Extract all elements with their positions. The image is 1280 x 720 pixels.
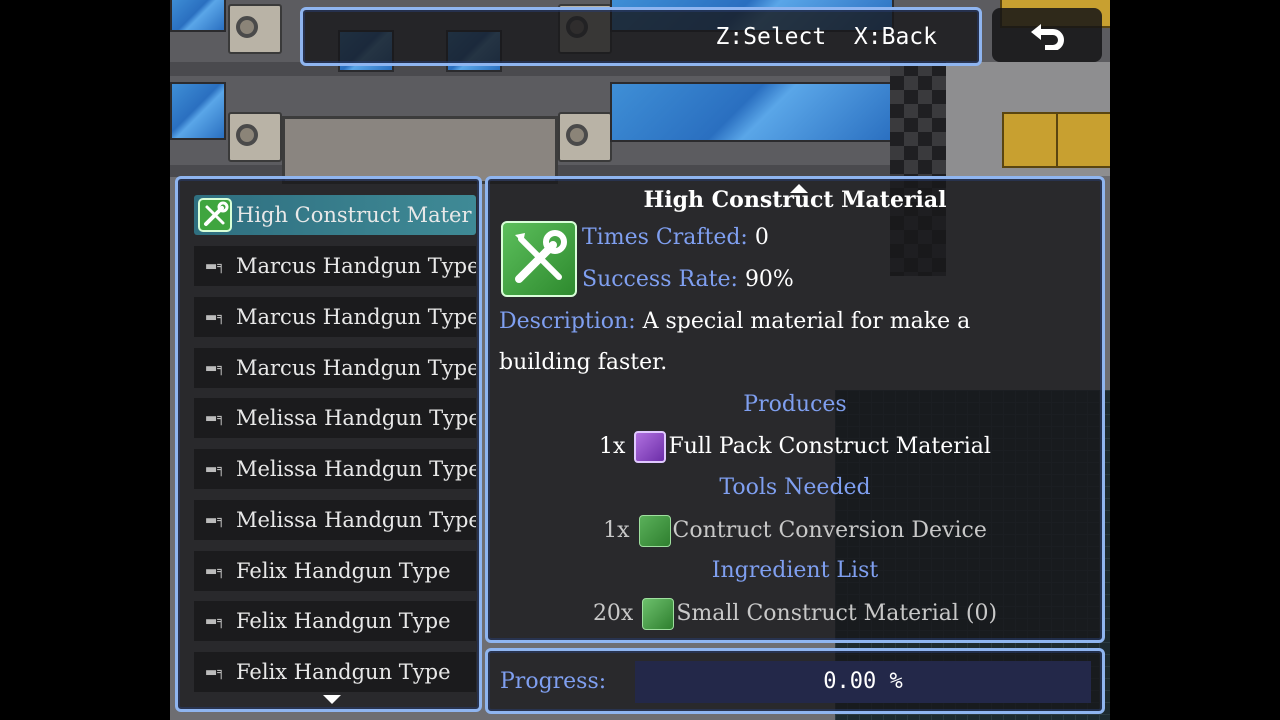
ingredient-qty: 20x <box>592 601 634 626</box>
list-item[interactable]: ▬╕ Marcus Handgun Type <box>194 297 476 337</box>
game-screen: Z:Select X:Back High Construct Mater ▬╕ … <box>170 0 1110 720</box>
produces-item: Full Pack Construct Material <box>668 434 991 459</box>
list-item[interactable]: ▬╕ Marcus Handgun Type <box>194 348 476 388</box>
list-item-label: Melissa Handgun Type <box>236 508 476 532</box>
tools-heading: Tools Needed <box>719 475 871 500</box>
list-item-label: High Construct Mater <box>236 203 472 227</box>
list-item[interactable]: ▬╕ Marcus Handgun Type <box>194 246 476 286</box>
times-crafted-value: 0 <box>754 225 769 250</box>
handgun-icon: ▬╕ <box>204 613 226 629</box>
help-window: Z:Select X:Back <box>300 7 982 66</box>
return-arrow-icon <box>1031 24 1064 50</box>
list-item-label: Marcus Handgun Type <box>236 356 476 380</box>
list-item-label: Melissa Handgun Type <box>236 457 476 481</box>
description-label: Description: <box>499 309 636 334</box>
construct-material-icon <box>642 598 675 630</box>
success-rate-value: 90% <box>744 267 794 292</box>
list-item[interactable]: ▬╕ Felix Handgun Type <box>194 601 476 641</box>
list-item[interactable]: ▬╕ Melissa Handgun Type <box>194 398 476 438</box>
list-item[interactable]: ▬╕ Felix Handgun Type <box>194 551 476 591</box>
progress-bar: 0.00 % <box>635 661 1091 703</box>
handgun-icon: ▬╕ <box>204 664 226 680</box>
recipe-title: High Construct Material <box>643 187 947 213</box>
handgun-icon: ▬╕ <box>204 258 226 274</box>
wrench-screwdriver-icon <box>501 221 577 297</box>
produces-row: 1x Full Pack Construct Material <box>488 431 1102 463</box>
list-item[interactable]: ▬╕ Melissa Handgun Type <box>194 500 476 540</box>
tool-row: 1x Contruct Conversion Device <box>488 515 1102 547</box>
times-crafted-row: Times Crafted: 0 <box>582 225 769 250</box>
handgun-icon: ▬╕ <box>204 360 226 376</box>
produces-qty: 1x <box>599 434 626 459</box>
list-item-label: Marcus Handgun Type <box>236 305 476 329</box>
list-item-label: Felix Handgun Type <box>236 609 451 633</box>
tool-item: Contruct Conversion Device <box>672 518 987 543</box>
handgun-icon: ▬╕ <box>204 461 226 477</box>
ingredients-heading: Ingredient List <box>711 558 879 583</box>
handgun-icon: ▬╕ <box>204 512 226 528</box>
list-item[interactable]: High Construct Mater <box>194 195 476 235</box>
produces-heading: Produces <box>743 392 847 417</box>
help-text: Z:Select X:Back <box>715 24 937 50</box>
success-rate-label: Success Rate: <box>582 267 738 292</box>
back-button[interactable] <box>992 8 1102 62</box>
list-item-label: Marcus Handgun Type <box>236 254 476 278</box>
description-text: A special material for make a <box>642 309 971 334</box>
recipe-list-window: High Construct Mater ▬╕ Marcus Handgun T… <box>175 176 482 712</box>
handgun-icon: ▬╕ <box>204 410 226 426</box>
list-item-label: Felix Handgun Type <box>236 660 451 684</box>
material-pack-icon <box>634 431 667 463</box>
scroll-down-arrow-icon[interactable] <box>323 695 341 704</box>
description-text-cont: building faster. <box>499 350 668 375</box>
description-row: Description: A special material for make… <box>499 309 970 334</box>
list-item-label: Melissa Handgun Type <box>236 406 476 430</box>
handgun-icon: ▬╕ <box>204 309 226 325</box>
progress-window: Progress: 0.00 % <box>485 648 1105 714</box>
list-item[interactable]: ▬╕ Melissa Handgun Type <box>194 449 476 489</box>
ingredient-item: Small Construct Material (0) <box>676 601 998 626</box>
tool-qty: 1x <box>603 518 630 543</box>
progress-value: 0.00 % <box>823 669 903 694</box>
success-rate-row: Success Rate: 90% <box>582 267 794 292</box>
list-item-label: Felix Handgun Type <box>236 559 451 583</box>
list-item[interactable]: ▬╕ Felix Handgun Type <box>194 652 476 692</box>
recipe-detail-window: High Construct Material Times Crafted: 0… <box>485 176 1105 643</box>
handgun-icon: ▬╕ <box>204 563 226 579</box>
times-crafted-label: Times Crafted: <box>582 225 748 250</box>
pickaxe-icon <box>638 515 671 547</box>
progress-label: Progress: <box>500 669 607 694</box>
wrench-screwdriver-icon <box>194 198 236 232</box>
ingredient-row: 20x Small Construct Material (0) <box>488 598 1102 630</box>
